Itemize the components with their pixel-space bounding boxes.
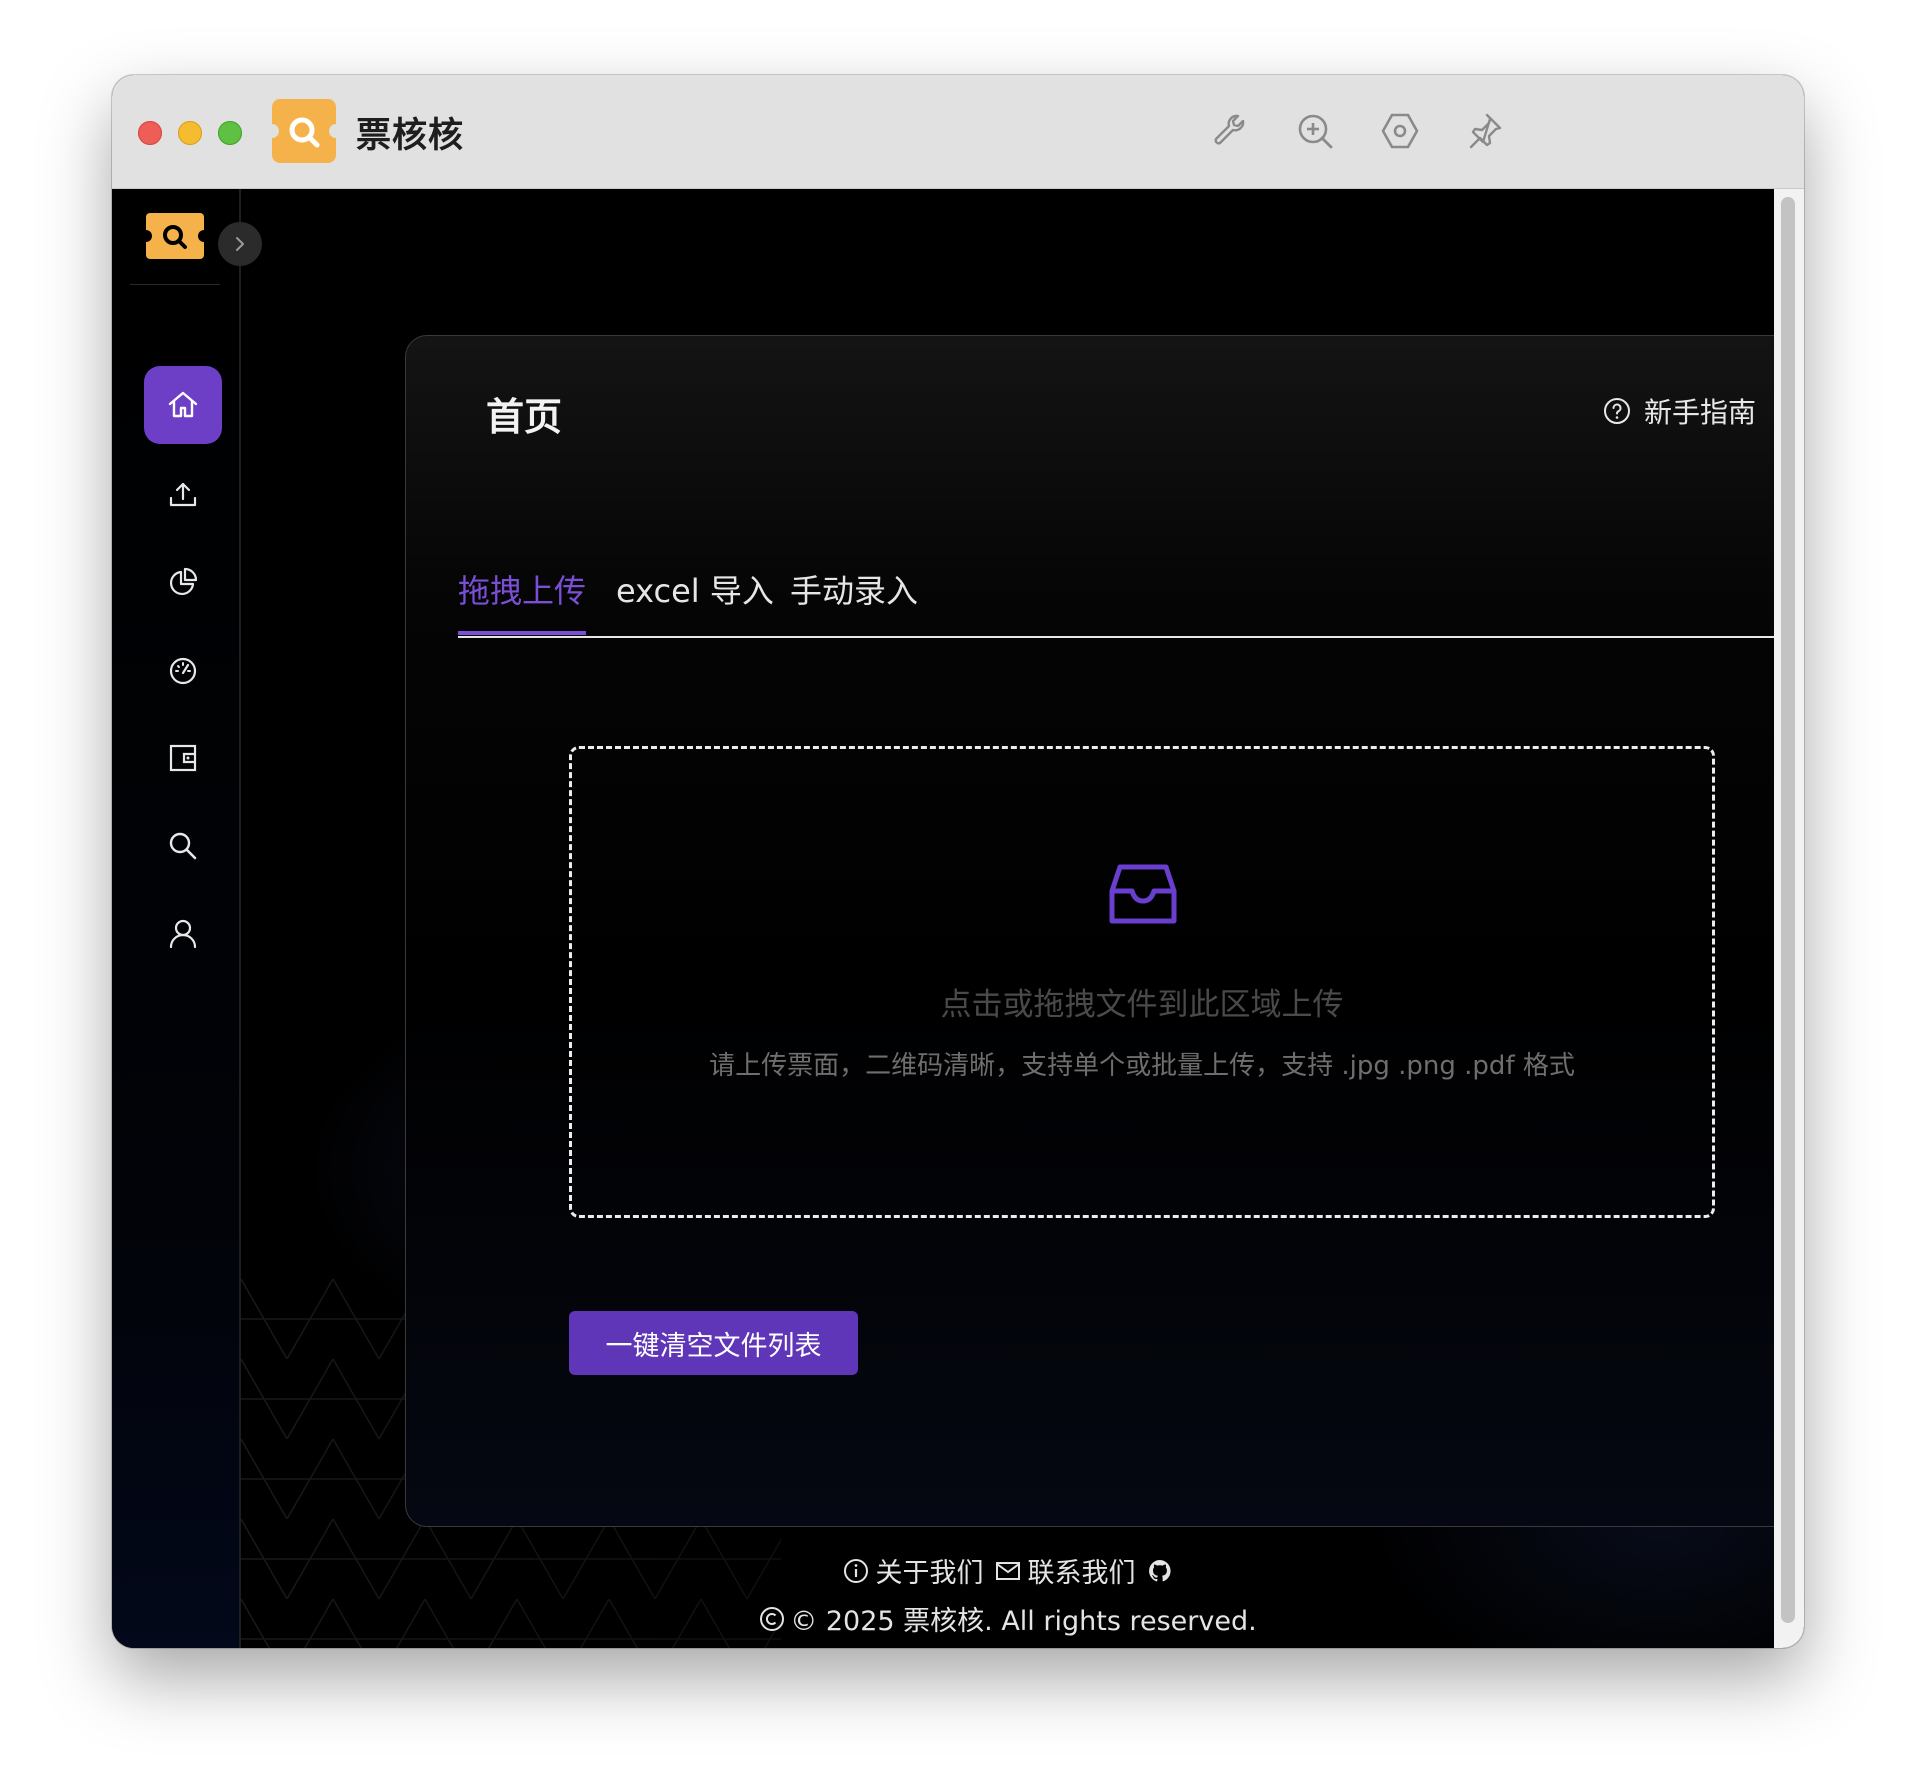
sidebar-item-user[interactable] xyxy=(144,895,222,973)
chevron-right-icon xyxy=(236,237,244,251)
beginner-guide-link[interactable]: 新手指南 xyxy=(1602,391,1756,431)
sidebar xyxy=(112,189,241,1648)
sidebar-item-search[interactable] xyxy=(144,807,222,885)
upload-icon xyxy=(169,482,197,507)
about-us-label: 关于我们 xyxy=(875,1558,984,1589)
sidebar-collapse-button[interactable] xyxy=(218,222,262,266)
minimize-window-button[interactable] xyxy=(178,121,202,145)
upload-tabs: 拖拽上传 excel 导入 手动录入 xyxy=(458,566,1804,638)
tab-manual-entry[interactable]: 手动录入 xyxy=(790,566,918,612)
footer-links: 关于我们 联系我们 xyxy=(241,1551,1774,1590)
inbox-icon xyxy=(1109,864,1177,924)
pin-icon[interactable] xyxy=(1462,109,1506,153)
sidebar-item-wallet[interactable] xyxy=(144,719,222,797)
main-content: 首页 新手指南 拖拽上传 excel 导入 手动录入 点击或拖拽文件到此区域上传… xyxy=(241,189,1804,1648)
github-icon xyxy=(1148,1559,1171,1581)
sidebar-item-statistics[interactable] xyxy=(144,543,222,621)
question-circle-icon xyxy=(1604,398,1630,424)
user-icon xyxy=(169,919,197,949)
contact-us-link[interactable]: 联系我们 xyxy=(994,1551,1136,1590)
maximize-window-button[interactable] xyxy=(218,121,242,145)
settings-hex-icon[interactable] xyxy=(1378,109,1422,153)
title-bar: 票核核 xyxy=(112,75,1804,189)
copyright: © 2025 票核核. All rights reserved. xyxy=(241,1599,1774,1638)
dropzone-hint-text: 请上传票面，二维码清晰，支持单个或批量上传，支持 .jpg .png .pdf … xyxy=(709,1051,1575,1081)
home-icon xyxy=(168,391,198,418)
copyright-icon xyxy=(760,1606,785,1631)
wrench-icon[interactable] xyxy=(1208,109,1252,153)
app-logo-icon xyxy=(265,99,343,163)
tab-drag-upload[interactable]: 拖拽上传 xyxy=(458,566,586,612)
sidebar-divider xyxy=(130,284,220,285)
clear-file-list-button[interactable]: 一键清空文件列表 xyxy=(569,1311,858,1375)
close-window-button[interactable] xyxy=(138,121,162,145)
github-link[interactable] xyxy=(1146,1557,1174,1585)
active-tab-indicator xyxy=(458,631,586,635)
copyright-text: © 2025 票核核. All rights reserved. xyxy=(790,1606,1257,1637)
about-us-link[interactable]: 关于我们 xyxy=(842,1551,984,1590)
zoom-in-icon[interactable] xyxy=(1293,109,1337,153)
sidebar-item-dashboard[interactable] xyxy=(144,631,222,709)
file-dropzone[interactable]: 点击或拖拽文件到此区域上传 请上传票面，二维码清晰，支持单个或批量上传，支持 .… xyxy=(569,746,1715,1218)
sidebar-logo-icon xyxy=(140,213,210,259)
guide-label: 新手指南 xyxy=(1644,396,1757,429)
pie-chart-icon xyxy=(169,567,198,596)
info-circle-icon xyxy=(843,1558,868,1583)
search-icon xyxy=(169,832,197,860)
scrollbar-thumb[interactable] xyxy=(1781,197,1795,1623)
page-title: 首页 xyxy=(486,395,563,439)
vertical-scrollbar[interactable] xyxy=(1774,189,1804,1648)
sidebar-item-home[interactable] xyxy=(144,366,222,444)
wallet-icon xyxy=(169,744,197,772)
dashboard-icon xyxy=(169,657,197,685)
app-title: 票核核 xyxy=(356,116,465,156)
upload-card: 首页 新手指南 拖拽上传 excel 导入 手动录入 点击或拖拽文件到此区域上传… xyxy=(405,335,1804,1527)
sidebar-item-upload[interactable] xyxy=(144,455,222,533)
app-window: 票核核 首页 新手指南 拖拽上传 excel 导入 手动录入 点击或拖拽文件到此… xyxy=(112,75,1804,1648)
contact-us-label: 联系我们 xyxy=(1027,1558,1136,1589)
mail-icon xyxy=(995,1561,1020,1580)
tab-excel-import[interactable]: excel 导入 xyxy=(616,566,774,612)
dropzone-main-text: 点击或拖拽文件到此区域上传 xyxy=(940,987,1344,1023)
